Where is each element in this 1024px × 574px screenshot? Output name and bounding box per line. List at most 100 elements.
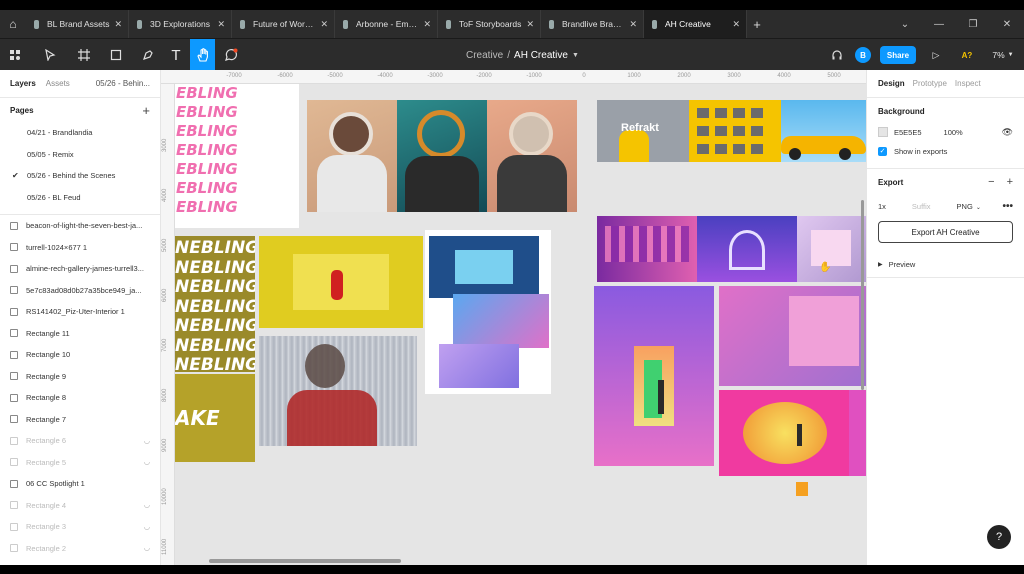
layer-item[interactable]: 5e7c83ad08d0b27a35bce949_ja... xyxy=(0,280,160,302)
home-icon[interactable]: ⌂ xyxy=(0,10,26,38)
layer-item-hidden[interactable]: Rectangle 5 ◡ xyxy=(0,452,160,474)
tunnel-image[interactable] xyxy=(697,216,797,282)
layer-item-hidden[interactable]: Rectangle 2 ◡ xyxy=(0,538,160,560)
tab-tof-storyboards[interactable]: ToF Storyboards ✕ xyxy=(438,10,541,38)
chevron-down-icon[interactable]: ▼ xyxy=(572,52,579,59)
frame-tool-icon[interactable] xyxy=(72,39,96,71)
horizontal-scrollbar[interactable] xyxy=(209,559,401,563)
page-item[interactable]: 05/05 - Remix xyxy=(0,144,160,166)
hand-tool-icon[interactable] xyxy=(190,39,215,71)
layer-item[interactable]: almine-rech-gallery-james-turrell3... xyxy=(0,258,160,280)
export-suffix-input[interactable]: Suffix xyxy=(912,202,931,211)
show-in-exports-row[interactable]: ✓ Show in exports xyxy=(878,140,1013,162)
restore-icon[interactable]: ❐ xyxy=(956,10,990,38)
layer-item[interactable]: 06 CC Spotlight 1 xyxy=(0,473,160,495)
help-button[interactable]: ? xyxy=(987,525,1011,549)
tab-inspect[interactable]: Inspect xyxy=(955,79,981,88)
accessibility-label[interactable]: A? xyxy=(958,39,976,71)
eye-icon[interactable]: 👁 xyxy=(1002,127,1013,138)
add-export-icon[interactable]: + xyxy=(1007,176,1013,188)
refrakt-image[interactable]: Refrakt xyxy=(597,100,689,162)
ebling-frame[interactable]: EBLING EBLING EBLING EBLING EBLING EBLIN… xyxy=(175,84,299,228)
tab-brandlive-brandbook[interactable]: Brandlive Brandbook ✕ xyxy=(541,10,644,38)
export-button[interactable]: Export AH Creative xyxy=(878,221,1013,243)
tab-bl-brand-assets[interactable]: BL Brand Assets ✕ xyxy=(26,10,129,38)
page-item-current[interactable]: ✔ 05/26 - Behind the Scenes xyxy=(0,165,160,187)
preview-toggle[interactable]: ▶ Preview xyxy=(878,251,1013,277)
orange-tunnel-image[interactable] xyxy=(719,390,849,476)
tab-layers[interactable]: Layers xyxy=(10,79,36,88)
close-window-icon[interactable]: ✕ xyxy=(990,10,1024,38)
more-options-icon[interactable]: ••• xyxy=(1002,201,1013,212)
layer-item[interactable]: Rectangle 10 xyxy=(0,344,160,366)
astronaut-image-3[interactable] xyxy=(487,100,577,212)
close-icon[interactable]: ✕ xyxy=(217,19,225,30)
close-icon[interactable]: ✕ xyxy=(423,19,431,30)
tab-future-of-work[interactable]: Future of Work Ads (Copy) ✕ xyxy=(232,10,335,38)
turrell-collage-frame[interactable] xyxy=(425,230,551,394)
pink-room-image[interactable] xyxy=(719,286,866,386)
page-item[interactable]: 04/21 - Brandlandia xyxy=(0,122,160,144)
close-icon[interactable]: ✕ xyxy=(320,19,328,30)
layer-item[interactable]: Rectangle 9 xyxy=(0,366,160,388)
corridor-image[interactable] xyxy=(597,216,697,282)
remove-export-icon[interactable]: − xyxy=(988,176,994,188)
project-name[interactable]: Creative xyxy=(466,50,503,61)
pen-tool-icon[interactable] xyxy=(136,39,160,71)
export-scale-select[interactable]: 1x xyxy=(878,202,886,211)
layer-item[interactable]: beacon-of-light-the-seven-best-ja... xyxy=(0,215,160,237)
hidden-eye-icon[interactable]: ◡ xyxy=(144,544,150,552)
tab-ah-creative[interactable]: AH Creative ✕ xyxy=(644,10,747,38)
layer-item[interactable]: Rectangle 11 xyxy=(0,323,160,345)
ake-frame[interactable]: AKE xyxy=(175,374,255,462)
tab-prototype[interactable]: Prototype xyxy=(913,79,947,88)
yellow-room-image[interactable] xyxy=(259,236,423,328)
comment-tool-icon[interactable] xyxy=(220,39,242,71)
magenta-image[interactable] xyxy=(849,390,866,476)
close-icon[interactable]: ✕ xyxy=(114,19,122,30)
hidden-eye-icon[interactable]: ◡ xyxy=(144,437,150,445)
layer-item[interactable]: turrell-1024×677 1 xyxy=(0,237,160,259)
gradient-room-image[interactable] xyxy=(594,286,714,466)
layer-item-hidden[interactable]: Rectangle 3 ◡ xyxy=(0,516,160,538)
color-swatch[interactable] xyxy=(878,127,888,137)
tab-design[interactable]: Design xyxy=(878,79,905,88)
minimize-icon[interactable]: — xyxy=(922,10,956,38)
background-hex-input[interactable]: E5E5E5 xyxy=(894,128,922,137)
tab-arbonne[interactable]: Arbonne - Empower Live 2022 ✕ xyxy=(335,10,438,38)
close-icon[interactable]: ✕ xyxy=(732,19,740,30)
move-tool-icon[interactable] xyxy=(38,39,62,71)
layer-item[interactable]: RS141402_Piz-Uter-Interior 1 xyxy=(0,301,160,323)
hidden-eye-icon[interactable]: ◡ xyxy=(144,523,150,531)
tab-assets[interactable]: Assets xyxy=(46,79,70,88)
layer-item[interactable]: Rectangle 8 xyxy=(0,387,160,409)
canvas[interactable]: -7000 -6000 -5000 -4000 -3000 -2000 -100… xyxy=(161,70,866,565)
current-page-selector[interactable]: 05/26 - Behin... xyxy=(96,79,150,88)
present-icon[interactable]: ▷ xyxy=(928,39,944,71)
export-format-select[interactable]: PNG ⌄ xyxy=(957,202,981,211)
headphones-icon[interactable] xyxy=(828,39,846,71)
vertical-scrollbar[interactable] xyxy=(861,200,864,390)
yellow-car-image[interactable] xyxy=(781,100,866,162)
close-icon[interactable]: ✕ xyxy=(526,19,534,30)
user-avatar[interactable]: B xyxy=(855,47,871,63)
file-name[interactable]: AH Creative xyxy=(514,50,568,61)
background-opacity-input[interactable]: 100% xyxy=(944,128,963,137)
chevron-down-icon[interactable]: ⌄ xyxy=(888,10,922,38)
page-item[interactable]: 05/26 - BL Feud xyxy=(0,187,160,209)
glitch-portrait-image[interactable] xyxy=(259,336,417,446)
text-tool-icon[interactable]: T xyxy=(166,39,186,71)
cubes-image[interactable] xyxy=(689,100,781,162)
orange-rectangle[interactable] xyxy=(796,482,808,496)
layer-item-hidden[interactable]: Rectangle 4 ◡ xyxy=(0,495,160,517)
layer-item[interactable]: Rectangle 7 xyxy=(0,409,160,431)
hidden-eye-icon[interactable]: ◡ xyxy=(144,458,150,466)
share-button[interactable]: Share xyxy=(880,46,916,64)
astronaut-image-1[interactable] xyxy=(307,100,397,212)
white-room-image[interactable] xyxy=(797,216,866,282)
astronaut-image-2[interactable] xyxy=(397,100,487,212)
hidden-eye-icon[interactable]: ◡ xyxy=(144,501,150,509)
tab-3d-explorations[interactable]: 3D Explorations ✕ xyxy=(129,10,232,38)
zoom-level[interactable]: 7% ▼ xyxy=(990,39,1016,71)
rectangle-tool-icon[interactable] xyxy=(104,39,128,71)
